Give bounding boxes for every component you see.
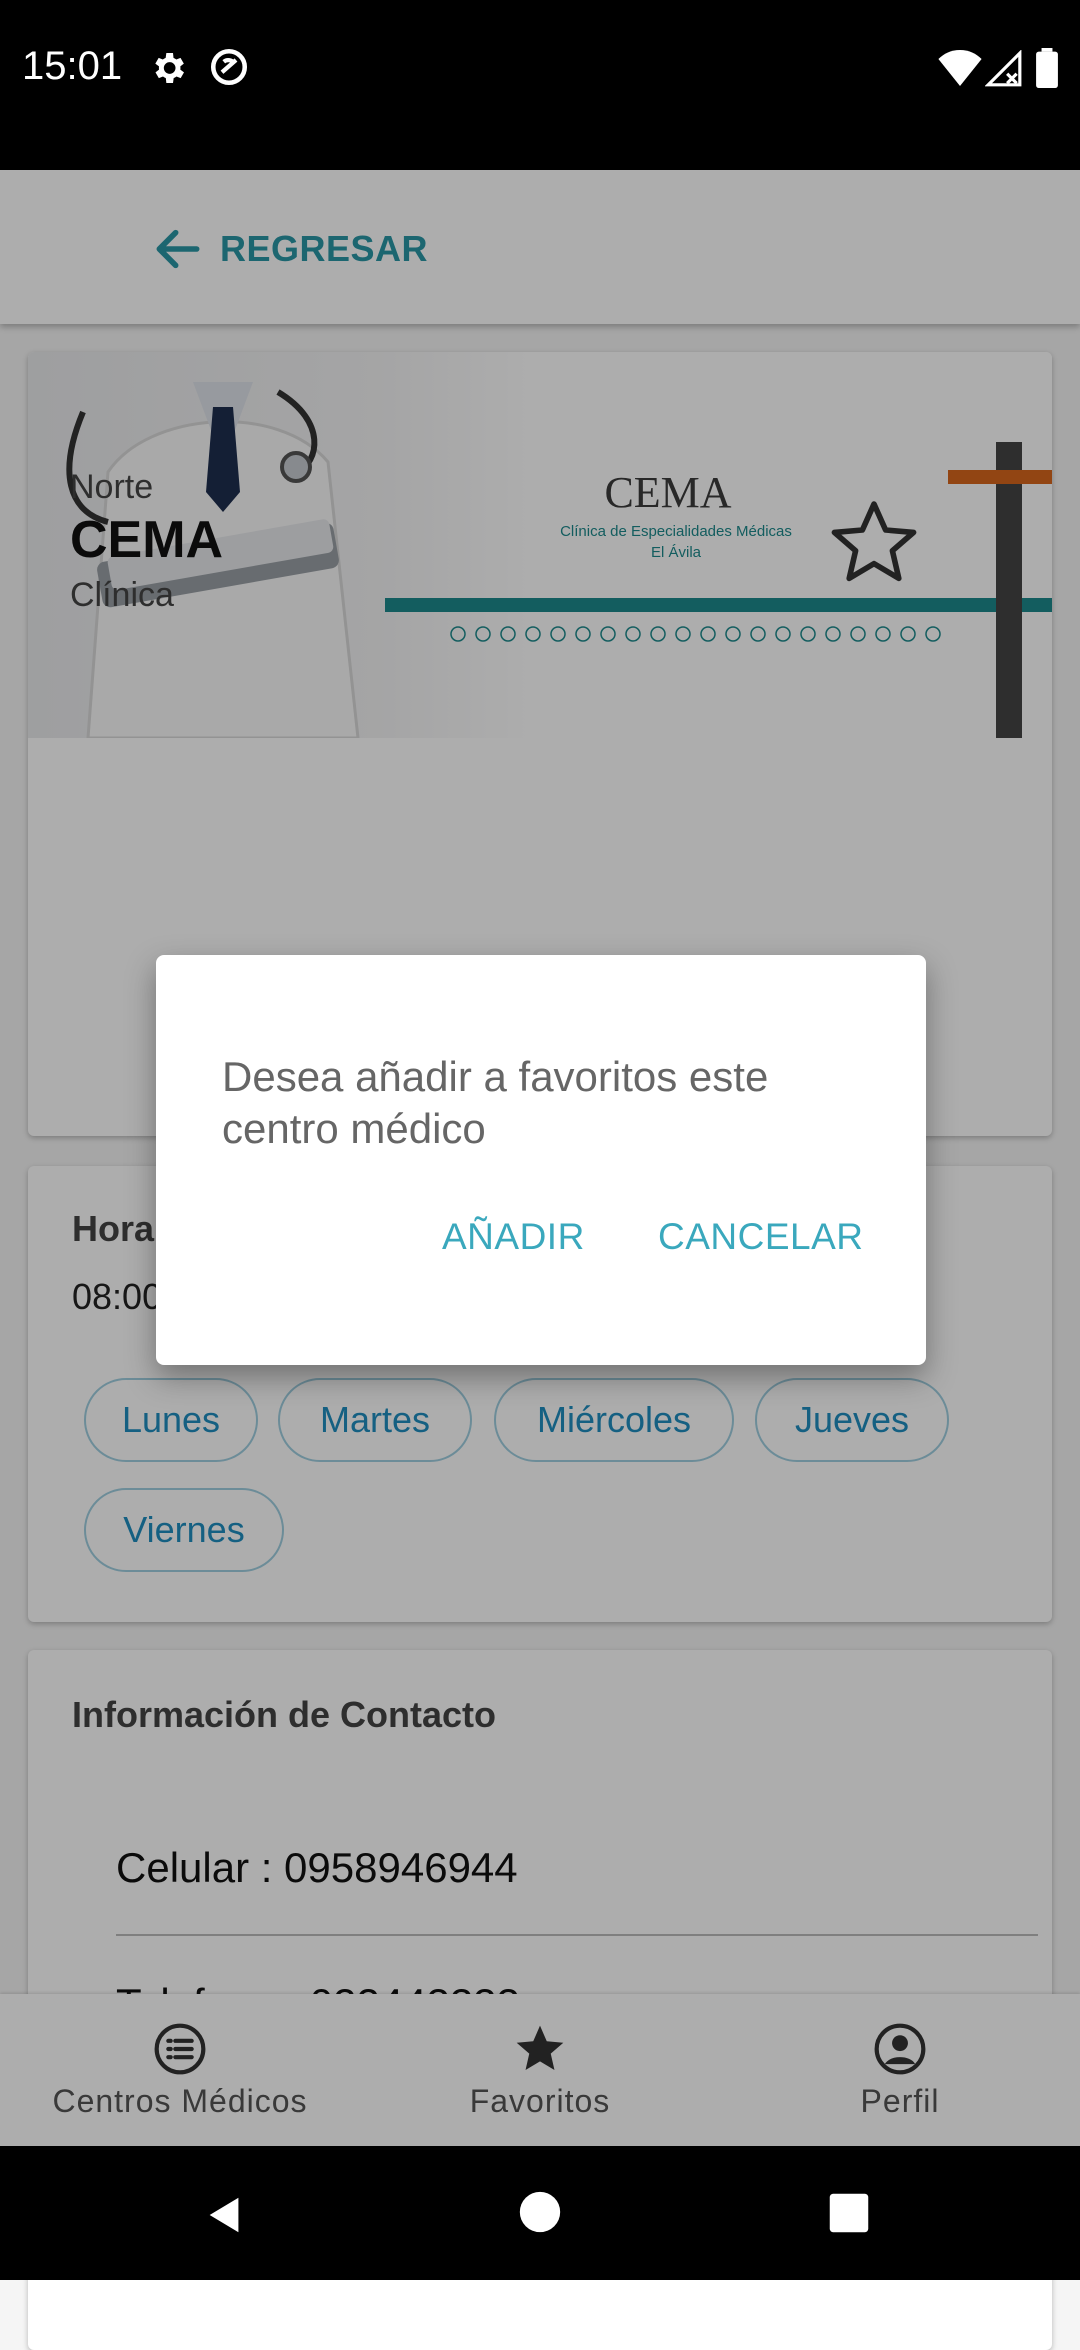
settings-icon — [155, 53, 184, 83]
system-back-icon[interactable] — [202, 2192, 248, 2238]
add-button[interactable]: AÑADIR — [442, 1195, 585, 1279]
status-time: 15:01 — [22, 44, 123, 88]
cancel-button[interactable]: CANCELAR — [658, 1195, 864, 1279]
signal-icon — [985, 50, 1022, 87]
battery-icon — [1036, 48, 1058, 88]
favorite-dialog: Desea añadir a favoritos este centro méd… — [156, 955, 926, 1365]
dialog-message: Desea añadir a favoritos este centro méd… — [222, 1053, 769, 1152]
system-recents-icon[interactable] — [828, 2192, 870, 2234]
system-home-icon[interactable] — [518, 2190, 562, 2234]
sync-icon — [210, 48, 248, 86]
wifi-icon — [938, 50, 982, 86]
